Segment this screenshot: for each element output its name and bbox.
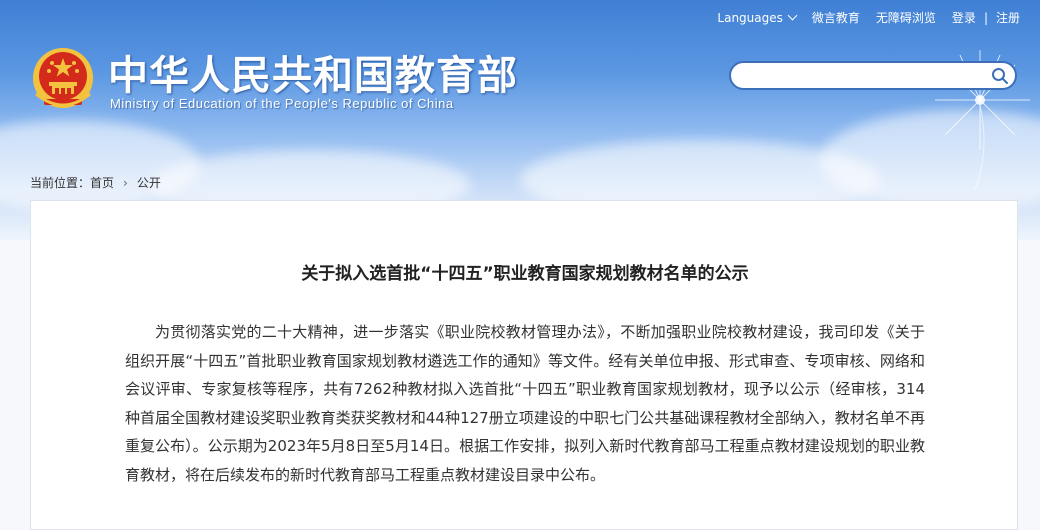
breadcrumb-separator: › (123, 176, 128, 190)
article-paragraph: 为贯彻落实党的二十大精神，进一步落实《职业院校教材管理办法》，不断加强职业院校教… (125, 323, 925, 484)
site-title-chinese[interactable]: 中华人民共和国教育部 (108, 43, 518, 101)
search-box (729, 61, 1017, 90)
top-links: Languages 微言教育 无障碍浏览 登录 | 注册 (717, 9, 1020, 26)
accessibility-link[interactable]: 无障碍浏览 (876, 9, 936, 26)
register-link[interactable]: 注册 (996, 9, 1020, 26)
breadcrumb-label: 当前位置： (30, 176, 91, 190)
article-container: 关于拟入选首批“十四五”职业教育国家规划教材名单的公示 为贯彻落实党的二十大精神… (30, 200, 1018, 530)
languages-label: Languages (717, 10, 783, 25)
search-icon[interactable] (991, 67, 1009, 85)
weibo-link[interactable]: 微言教育 (812, 9, 860, 26)
breadcrumb-home-link[interactable]: 首页 (90, 176, 114, 190)
search-input[interactable] (743, 66, 987, 87)
article-title: 关于拟入选首批“十四五”职业教育国家规划教材名单的公示 (301, 264, 749, 284)
chevron-down-icon (787, 10, 798, 20)
dandelion-decoration (935, 50, 1030, 190)
national-emblem-icon[interactable] (30, 44, 96, 114)
site-title-english[interactable]: Ministry of Education of the People's Re… (110, 96, 454, 111)
login-link[interactable]: 登录 (952, 9, 976, 26)
breadcrumb: 当前位置：首页 › 公开 (30, 174, 161, 191)
breadcrumb-current-link[interactable]: 公开 (137, 176, 161, 190)
top-links-separator: | (983, 10, 988, 25)
languages-menu[interactable]: Languages (717, 10, 798, 25)
